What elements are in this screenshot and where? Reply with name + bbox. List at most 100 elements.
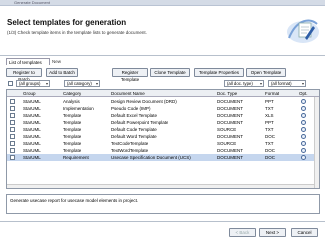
group-filter-value: (all groups) bbox=[19, 81, 41, 86]
cell-type: DOCUMENT bbox=[217, 155, 243, 160]
cell-category: Template bbox=[63, 120, 82, 125]
format-filter-select[interactable]: (all format) ▾ bbox=[268, 80, 306, 87]
cell-category: Analysis bbox=[63, 99, 80, 104]
filter-row: (all groups) ▾ (all category) ▾ (all doc… bbox=[6, 80, 320, 87]
format-filter-value: (all format) bbox=[271, 81, 292, 86]
cell-type: DOCUMENT bbox=[217, 99, 243, 104]
cell-format: DOC bbox=[265, 148, 275, 153]
clone-template-button[interactable]: Clone Template bbox=[150, 68, 190, 77]
cell-group: StarUML bbox=[23, 106, 41, 111]
vertical-scrollbar[interactable] bbox=[314, 97, 319, 188]
cancel-button[interactable]: Cancel bbox=[291, 228, 318, 237]
table-header: Group Category Document Name Doc. Type F… bbox=[7, 90, 319, 97]
row-checkbox[interactable] bbox=[10, 106, 15, 111]
doctype-filter-select[interactable]: (all doc. type) ▾ bbox=[224, 80, 264, 87]
cell-type: SOURCE bbox=[217, 141, 237, 146]
select-all-checkbox[interactable] bbox=[8, 81, 13, 86]
table-row[interactable]: StarUML Implementation Pseudo Code (IMP) DO… bbox=[7, 105, 319, 112]
cell-category: Implementation bbox=[63, 106, 94, 111]
column-header-format[interactable]: Format bbox=[265, 90, 279, 97]
table-row[interactable]: StarUML Template Default Word Template DOCU… bbox=[7, 133, 319, 140]
add-to-batch-button[interactable]: Add to Batch bbox=[46, 68, 78, 77]
tab-new[interactable]: New bbox=[50, 58, 66, 65]
cell-category: Template bbox=[63, 148, 82, 153]
column-header-opt: Opt. bbox=[299, 91, 308, 96]
column-header-doc-type[interactable]: Doc. Type bbox=[217, 90, 237, 97]
cell-group: StarUML bbox=[23, 155, 41, 160]
template-description: Generate usecase report for usecase mode… bbox=[6, 194, 320, 214]
register-to-batch-button[interactable]: Register to Batch bbox=[6, 68, 42, 82]
cell-format: PPT bbox=[265, 99, 274, 104]
cell-name: Default Excel Template bbox=[111, 113, 157, 118]
wizard-footer: < Back Next > Cancel bbox=[0, 222, 325, 240]
cell-name: TextCodeTemplate bbox=[111, 141, 149, 146]
app-logo-icon bbox=[287, 19, 319, 43]
table-row[interactable]: StarUML Template Default Powerpoint Templa… bbox=[7, 119, 319, 126]
table-row[interactable]: StarUML Template TextCodeTemplate SOURCE TXT bbox=[7, 140, 319, 147]
cell-category: Template bbox=[63, 141, 82, 146]
cell-type: DOCUMENT bbox=[217, 120, 243, 125]
row-checkbox[interactable] bbox=[10, 155, 15, 160]
cell-format: TXT bbox=[265, 141, 274, 146]
row-checkbox[interactable] bbox=[10, 120, 15, 125]
chevron-down-icon: ▾ bbox=[259, 81, 262, 86]
cell-name: Design Review Document (DRD) bbox=[111, 99, 177, 104]
back-button[interactable]: < Back bbox=[229, 228, 256, 237]
cell-format: TXT bbox=[265, 127, 274, 132]
row-checkbox[interactable] bbox=[10, 134, 15, 139]
tab-list-of-templates[interactable]: List of templates bbox=[6, 58, 50, 65]
header-divider bbox=[0, 55, 325, 56]
cell-name: Pseudo Code (IMP) bbox=[111, 106, 151, 111]
row-checkbox[interactable] bbox=[10, 99, 15, 104]
options-icon[interactable] bbox=[301, 134, 306, 139]
cell-name: Default Powerpoint Template bbox=[111, 120, 169, 125]
options-icon[interactable] bbox=[301, 120, 306, 125]
row-checkbox[interactable] bbox=[10, 148, 15, 153]
next-button[interactable]: Next > bbox=[259, 228, 286, 237]
cell-name: TextWordTemplate bbox=[111, 148, 149, 153]
wizard-header: Select templates for generation (1/3) Ch… bbox=[0, 6, 325, 55]
cell-format: DOC bbox=[265, 155, 275, 160]
cell-category: Template bbox=[63, 113, 82, 118]
options-icon[interactable] bbox=[301, 99, 306, 104]
column-header-category[interactable]: Category bbox=[63, 90, 81, 97]
options-icon[interactable] bbox=[301, 127, 306, 132]
register-template-button[interactable]: Register Template bbox=[112, 68, 148, 82]
table-row[interactable]: StarUML Template Default Code Template SOUR… bbox=[7, 126, 319, 133]
cell-name: Default Word Template bbox=[111, 134, 157, 139]
template-panel: List of templates New Register to Batch … bbox=[6, 58, 320, 218]
cell-type: DOCUMENT bbox=[217, 148, 243, 153]
table-row[interactable]: StarUML Analysis Design Review Document (D… bbox=[7, 98, 319, 105]
page-title: Select templates for generation bbox=[7, 18, 127, 27]
row-checkbox[interactable] bbox=[10, 113, 15, 118]
table-row[interactable]: StarUML Template Default Excel Template DOC… bbox=[7, 112, 319, 119]
template-table: Group Category Document Name Doc. Type F… bbox=[6, 89, 320, 189]
template-properties-button[interactable]: Template Properties bbox=[194, 68, 244, 77]
table-row[interactable]: StarUML Requirement Usecase Specification … bbox=[7, 154, 319, 161]
cell-group: StarUML bbox=[23, 134, 41, 139]
cell-type: DOCUMENT bbox=[217, 106, 243, 111]
chevron-down-icon: ▾ bbox=[45, 81, 48, 86]
row-checkbox[interactable] bbox=[10, 127, 15, 132]
page-subtitle: (1/3) Check template items in the templa… bbox=[7, 30, 147, 35]
row-checkbox[interactable] bbox=[10, 141, 15, 146]
options-icon[interactable] bbox=[301, 141, 306, 146]
column-header-group[interactable]: Group bbox=[23, 90, 36, 97]
open-template-button[interactable]: Open Template bbox=[246, 68, 286, 77]
column-header-document-name[interactable]: Document Name bbox=[111, 90, 145, 97]
category-filter-value: (all category) bbox=[67, 81, 92, 86]
options-icon[interactable] bbox=[301, 155, 306, 160]
cell-group: StarUML bbox=[23, 148, 41, 153]
horizontal-scrollbar[interactable] bbox=[7, 184, 314, 188]
category-filter-select[interactable]: (all category) ▾ bbox=[64, 80, 100, 87]
chevron-down-icon: ▾ bbox=[301, 81, 304, 86]
cell-group: StarUML bbox=[23, 99, 41, 104]
cell-category: Template bbox=[63, 134, 82, 139]
group-filter-select[interactable]: (all groups) ▾ bbox=[16, 80, 50, 87]
options-icon[interactable] bbox=[301, 113, 306, 118]
cell-name: Usecase Specification Document (UCS) bbox=[111, 155, 191, 160]
cell-type: DOCUMENT bbox=[217, 134, 243, 139]
options-icon[interactable] bbox=[301, 106, 306, 111]
options-icon[interactable] bbox=[301, 148, 306, 153]
table-row[interactable]: StarUML Template TextWordTemplate DOCUMENT D… bbox=[7, 147, 319, 154]
